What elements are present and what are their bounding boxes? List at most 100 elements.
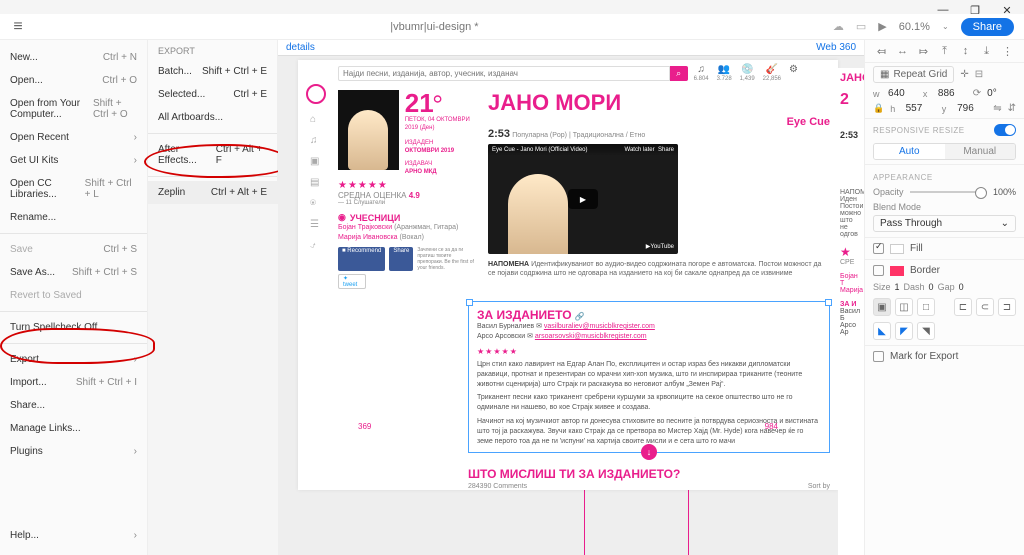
- download-icon[interactable]: ↓: [641, 444, 657, 460]
- menu-rename-[interactable]: Rename...: [0, 206, 147, 229]
- responsive-resize-label: RESPONSIVE RESIZE: [873, 126, 965, 135]
- align-right-icon[interactable]: ⤇: [917, 44, 931, 58]
- opacity-value[interactable]: 100%: [993, 187, 1016, 197]
- cap-butt-icon[interactable]: ⊏: [954, 298, 972, 316]
- export-zeplin[interactable]: ZeplinCtrl + Alt + E: [148, 181, 277, 204]
- menu-open-cc-libraries-[interactable]: Open CC Libraries...Shift + Ctrl + L: [0, 172, 147, 206]
- tweet-button[interactable]: ✦ tweet: [338, 274, 366, 289]
- fill-check[interactable]: [873, 243, 884, 254]
- menu-open-from-your-computer-[interactable]: Open from Your Computer...Shift + Ctrl +…: [0, 92, 147, 126]
- play-prototype-icon[interactable]: ▶: [878, 20, 886, 33]
- stroke-align-mid-icon[interactable]: ◫: [895, 298, 913, 316]
- menu-import-[interactable]: Import...Shift + Ctrl + I: [0, 371, 147, 394]
- ruler-left: 369: [358, 422, 371, 431]
- play-icon[interactable]: ▶: [568, 189, 598, 209]
- tab-web360[interactable]: Web 360: [810, 40, 862, 55]
- menu-get-ui-kits[interactable]: Get UI Kits›: [0, 149, 147, 172]
- menu-manage-links-[interactable]: Manage Links...: [0, 417, 147, 440]
- stroke-align-in-icon[interactable]: ▣: [873, 298, 891, 316]
- align-center-h-icon[interactable]: ↔: [896, 44, 910, 58]
- lock-aspect-icon[interactable]: 🔒: [873, 103, 884, 114]
- menu-open-recent[interactable]: Open Recent›: [0, 126, 147, 149]
- menu-revert-to-saved[interactable]: Revert to Saved: [0, 284, 147, 307]
- menu-save-as-[interactable]: Save As...Shift + Ctrl + S: [0, 261, 147, 284]
- export-header: EXPORT: [148, 42, 277, 60]
- nav-folder-icon[interactable]: ▣: [310, 156, 319, 167]
- join-bevel-icon[interactable]: ◥: [917, 322, 935, 340]
- cap-square-icon[interactable]: ⊐: [998, 298, 1016, 316]
- youtube-embed[interactable]: Eye Cue - Jano Mori (Official Video) Wat…: [488, 144, 678, 254]
- design-canvas[interactable]: details ⌂ ♫ ▣ ▤ ⍟ ☰ ⍻ ⌕ ♫6.804👥3.728💿1,4…: [278, 40, 864, 555]
- border-swatch[interactable]: [890, 266, 904, 276]
- side-nav-icons: ⌂ ♫ ▣ ▤ ⍟ ☰ ⍻: [310, 114, 319, 251]
- join-miter-icon[interactable]: ◣: [873, 322, 891, 340]
- align-center-v-icon[interactable]: ↕: [959, 44, 973, 58]
- zoom-value[interactable]: 60.1%: [899, 21, 930, 33]
- export-all-artboards-[interactable]: All Artboards...: [148, 106, 277, 129]
- album-cover: [338, 90, 399, 170]
- artboard-main[interactable]: ⌂ ♫ ▣ ▤ ⍟ ☰ ⍻ ⌕ ♫6.804👥3.728💿1,439🎸22,85…: [298, 60, 838, 490]
- appearance-header: APPEARANCE: [865, 167, 1024, 184]
- date-line: ПЕТОК, 04 ОКТОМВРИ 2019 (Ден): [405, 116, 478, 133]
- nav-home-icon[interactable]: ⌂: [310, 114, 319, 125]
- more-align-icon[interactable]: ⋮: [1001, 44, 1015, 58]
- prop-height[interactable]: 557: [906, 103, 936, 114]
- search-button[interactable]: ⌕: [670, 66, 688, 81]
- search-input[interactable]: [338, 66, 670, 81]
- export-batch-[interactable]: Batch...Shift + Ctrl + E: [148, 60, 277, 83]
- export-after-effects-[interactable]: After Effects...Ctrl + Alt + F: [148, 138, 277, 172]
- join-round-icon[interactable]: ◤: [895, 322, 913, 340]
- border-check[interactable]: [873, 265, 884, 276]
- nav-user-icon[interactable]: ☰: [310, 219, 319, 230]
- nav-music-icon[interactable]: ♫: [310, 135, 319, 146]
- stroke-align-out-icon[interactable]: □: [917, 298, 935, 316]
- tab-details[interactable]: details: [286, 42, 315, 53]
- nav-bookmark-icon[interactable]: ⍟: [310, 198, 319, 209]
- device-preview-icon[interactable]: ▭: [856, 20, 866, 33]
- nav-doc-icon[interactable]: ▤: [310, 177, 319, 188]
- rating-stars: ★★★★★: [338, 180, 478, 191]
- align-top-icon[interactable]: ⤒: [938, 44, 952, 58]
- menu-turn-spellcheck-off[interactable]: Turn Spellcheck Off: [0, 316, 147, 339]
- prop-y[interactable]: 796: [957, 103, 987, 114]
- sort-by[interactable]: Sort by: [808, 483, 830, 490]
- search-bar: ⌕: [338, 66, 688, 81]
- cloud-sync-icon[interactable]: ☁: [833, 20, 844, 33]
- cap-round-icon[interactable]: ⊂: [976, 298, 994, 316]
- opacity-slider[interactable]: [910, 191, 987, 193]
- resize-mode-segment[interactable]: AutoManual: [873, 143, 1016, 160]
- menu-plugins[interactable]: Plugins›: [0, 440, 147, 463]
- flip-h-icon[interactable]: ⇋: [993, 103, 1001, 114]
- blend-mode-select[interactable]: Pass Through⌄: [873, 215, 1016, 232]
- fb-share-button[interactable]: Share: [389, 247, 413, 271]
- mark-export-check[interactable]: [873, 351, 884, 362]
- prop-width[interactable]: 640: [888, 88, 917, 99]
- menu-open-[interactable]: Open...Ctrl + O: [0, 69, 147, 92]
- prop-x[interactable]: 886: [938, 88, 967, 99]
- subtract-icon[interactable]: ⊟: [975, 69, 983, 80]
- menu-new-[interactable]: New...Ctrl + N: [0, 46, 147, 69]
- menu-save[interactable]: SaveCtrl + S: [0, 238, 147, 261]
- zoom-chevron-icon[interactable]: ⌄: [942, 22, 949, 31]
- responsive-toggle[interactable]: [994, 124, 1016, 136]
- share-button[interactable]: Share: [961, 18, 1014, 36]
- align-bottom-icon[interactable]: ⤓: [980, 44, 994, 58]
- align-left-icon[interactable]: ⤆: [875, 44, 889, 58]
- border-size[interactable]: 1: [895, 282, 900, 292]
- add-icon[interactable]: ✛: [960, 69, 968, 80]
- hamburger-icon[interactable]: ≡: [0, 18, 36, 36]
- nav-share-icon[interactable]: ⍻: [310, 240, 319, 251]
- menu-export[interactable]: Export›: [0, 348, 147, 371]
- border-dash[interactable]: 0: [929, 282, 934, 292]
- flip-v-icon[interactable]: ⇵: [1008, 103, 1016, 114]
- fb-recommend-button[interactable]: ■ Recommend: [338, 247, 385, 271]
- repeat-grid-button[interactable]: ▦ Repeat Grid: [873, 66, 954, 83]
- border-gap[interactable]: 0: [959, 282, 964, 292]
- menu-share-[interactable]: Share...: [0, 394, 147, 417]
- fill-swatch[interactable]: [890, 244, 904, 254]
- export-selected-[interactable]: Selected...Ctrl + E: [148, 83, 277, 106]
- comments-count: 284390 Comments: [468, 483, 527, 490]
- menu-help[interactable]: Help...›: [0, 524, 147, 547]
- rotate-icon[interactable]: ⟳: [973, 88, 981, 99]
- temp-number: 21: [405, 88, 434, 118]
